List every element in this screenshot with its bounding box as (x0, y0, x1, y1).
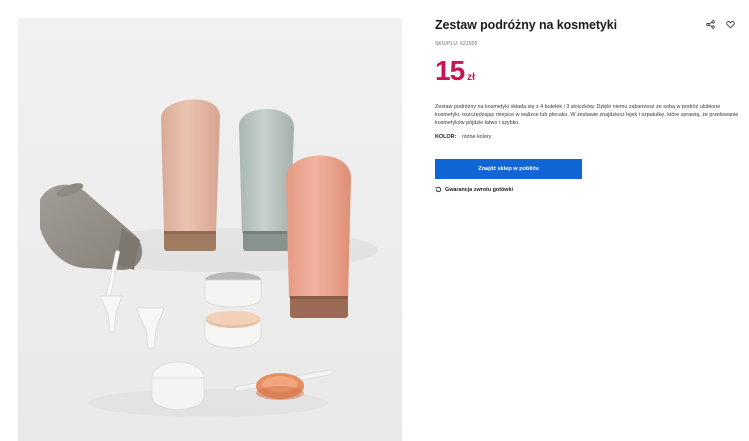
orange-lid (256, 373, 304, 400)
product-title: Zestaw podróżny na kosmetyki (435, 18, 617, 32)
product-photo (18, 18, 402, 441)
guarantee-label: Gwarancja zwrotu gotówki (445, 186, 513, 193)
refresh-icon (435, 187, 442, 193)
product-price: 15 zł (435, 55, 745, 87)
product-sku: SKU/PLU: 621505 (435, 41, 478, 47)
product-description: Zestaw podróżny na kosmetyki składa się … (435, 104, 739, 126)
color-value: różne kolory (462, 134, 492, 141)
product-info: Zestaw podróżny na kosmetyki SKU/PLU: 62… (435, 18, 745, 193)
coral-bottle (286, 155, 351, 318)
color-label: KOLOR: (435, 134, 457, 141)
find-store-button[interactable]: Znajdź sklep w pobliżu (435, 159, 582, 180)
product-image[interactable] (18, 18, 402, 441)
money-back-guarantee-link[interactable]: Gwarancja zwrotu gotówki (435, 186, 745, 193)
color-attribute: KOLOR: różne kolory (435, 134, 745, 140)
peach-bottle (161, 99, 220, 251)
sage-bottle (239, 109, 295, 251)
price-value: 15 (435, 55, 465, 86)
clear-jar (151, 361, 205, 410)
price-currency: zł (467, 72, 475, 83)
